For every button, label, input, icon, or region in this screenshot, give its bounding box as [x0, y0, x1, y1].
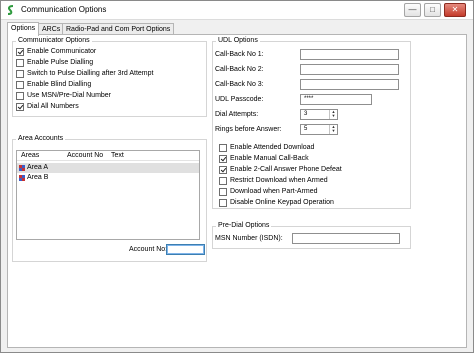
restrict-download-checkbox[interactable]: Restrict Download when Armed — [219, 176, 328, 185]
callback-1-label: Call-Back No 1: — [215, 51, 264, 58]
minimize-button[interactable]: — — [404, 3, 421, 17]
checkbox-label: Enable Manual Call-Back — [230, 155, 309, 162]
minimize-icon: — — [408, 5, 417, 14]
options-tab-panel: Communicator Options Enable Communicator… — [7, 34, 467, 348]
app-logo-icon — [7, 5, 14, 15]
communication-options-window: Communication Options — □ ✕ Options ARCs… — [0, 0, 474, 353]
checkbox-box — [219, 187, 227, 196]
area-name: Area A — [27, 164, 49, 171]
checkbox-box — [219, 143, 227, 152]
rings-before-answer-value: 5 — [304, 126, 308, 132]
download-when-part-armed-checkbox[interactable]: Download when Part-Armed — [219, 187, 318, 196]
udl-options-group: UDL Options Call-Back No 1: Call-Back No… — [212, 37, 411, 209]
enable-2-call-answer-checkbox[interactable]: Enable 2-Call Answer Phone Defeat — [219, 165, 342, 174]
enable-manual-callback-checkbox[interactable]: Enable Manual Call-Back — [219, 154, 309, 163]
area-accounts-legend: Area Accounts — [16, 135, 66, 142]
area-icon — [19, 165, 25, 171]
checkbox-box — [16, 102, 24, 111]
checkbox-box — [219, 176, 227, 185]
close-button[interactable]: ✕ — [444, 3, 466, 17]
checkbox-label: Enable Communicator — [27, 48, 97, 55]
checkbox-box — [16, 58, 24, 67]
spin-down-icon[interactable]: ▼ — [330, 129, 337, 133]
window-title: Communication Options — [21, 5, 107, 14]
maximize-icon: □ — [430, 5, 435, 14]
msn-number-input[interactable] — [292, 233, 400, 244]
list-item-area-b[interactable]: Area B — [17, 173, 199, 183]
communicator-options-group: Communicator Options Enable Communicator… — [12, 37, 207, 117]
account-no-label: Account No: — [129, 246, 168, 253]
list-item-area-a[interactable]: Area A — [17, 163, 199, 173]
checkbox-label: Switch to Pulse Dialling after 3rd Attem… — [27, 70, 154, 77]
area-icon — [19, 175, 25, 181]
checkbox-label: Use MSN/Pre-Dial Number — [27, 92, 112, 99]
udl-passcode-label: UDL Passcode: — [215, 96, 264, 103]
checkbox-box — [16, 47, 24, 56]
switch-to-pulse-dialling-checkbox[interactable]: Switch to Pulse Dialling after 3rd Attem… — [16, 69, 153, 78]
spin-down-icon[interactable]: ▼ — [330, 114, 337, 118]
tab-options[interactable]: Options — [7, 22, 40, 36]
communicator-options-legend: Communicator Options — [16, 37, 92, 44]
callback-1-input[interactable] — [300, 49, 399, 60]
checkbox-box — [16, 69, 24, 78]
udl-options-legend: UDL Options — [216, 37, 260, 44]
checkbox-box — [219, 165, 227, 174]
use-msn-pre-dial-checkbox[interactable]: Use MSN/Pre-Dial Number — [16, 91, 111, 100]
dial-attempts-spinner[interactable]: 3 ▲ ▼ — [300, 109, 338, 120]
checkbox-box — [16, 80, 24, 89]
list-header: Areas Account No Text — [17, 151, 199, 161]
enable-pulse-dialling-checkbox[interactable]: Enable Pulse Dialling — [16, 58, 93, 67]
msn-number-label: MSN Number (ISDN): — [215, 235, 283, 242]
enable-communicator-checkbox[interactable]: Enable Communicator — [16, 47, 96, 56]
checkbox-label: Enable 2-Call Answer Phone Defeat — [230, 166, 342, 173]
checkbox-box — [219, 154, 227, 163]
rings-before-answer-spinner[interactable]: 5 ▲ ▼ — [300, 124, 338, 135]
spinner-arrows[interactable]: ▲ ▼ — [329, 125, 337, 134]
callback-2-label: Call-Back No 2: — [215, 66, 264, 73]
checkbox-label: Enable Blind Dialling — [27, 81, 92, 88]
title-bar: Communication Options — □ ✕ — [1, 1, 473, 20]
checkbox-label: Restrict Download when Armed — [230, 177, 328, 184]
checkbox-label: Enable Attended Download — [230, 144, 315, 151]
callback-3-label: Call-Back No 3: — [215, 81, 264, 88]
account-no-input[interactable] — [166, 244, 205, 255]
maximize-button[interactable]: □ — [424, 3, 441, 17]
checkbox-box — [16, 91, 24, 100]
checkbox-label: Enable Pulse Dialling — [27, 59, 94, 66]
area-accounts-group: Area Accounts Areas Account No Text Area… — [12, 135, 207, 262]
dial-attempts-value: 3 — [304, 111, 308, 117]
dial-attempts-label: Dial Attempts: — [215, 111, 259, 118]
column-header-account-no[interactable]: Account No — [67, 152, 103, 159]
disable-online-keypad-checkbox[interactable]: Disable Online Keypad Operation — [219, 198, 334, 207]
checkbox-label: Dial All Numbers — [27, 103, 79, 110]
pre-dial-options-legend: Pre-Dial Options — [216, 222, 272, 229]
callback-3-input[interactable] — [300, 79, 399, 90]
area-accounts-list[interactable]: Areas Account No Text Area A Area B — [16, 150, 200, 240]
enable-attended-download-checkbox[interactable]: Enable Attended Download — [219, 143, 314, 152]
column-header-text[interactable]: Text — [111, 152, 124, 159]
checkbox-label: Download when Part-Armed — [230, 188, 318, 195]
area-name: Area B — [27, 174, 49, 181]
spinner-arrows[interactable]: ▲ ▼ — [329, 110, 337, 119]
column-header-areas[interactable]: Areas — [21, 152, 39, 159]
enable-blind-dialling-checkbox[interactable]: Enable Blind Dialling — [16, 80, 91, 89]
udl-passcode-input[interactable]: **** — [300, 94, 372, 105]
dial-all-numbers-checkbox[interactable]: Dial All Numbers — [16, 102, 79, 111]
checkbox-label: Disable Online Keypad Operation — [230, 199, 334, 206]
callback-2-input[interactable] — [300, 64, 399, 75]
pre-dial-options-group: Pre-Dial Options MSN Number (ISDN): — [212, 222, 411, 249]
close-icon: ✕ — [451, 5, 459, 14]
rings-before-answer-label: Rings before Answer: — [215, 126, 282, 133]
checkbox-box — [219, 198, 227, 207]
